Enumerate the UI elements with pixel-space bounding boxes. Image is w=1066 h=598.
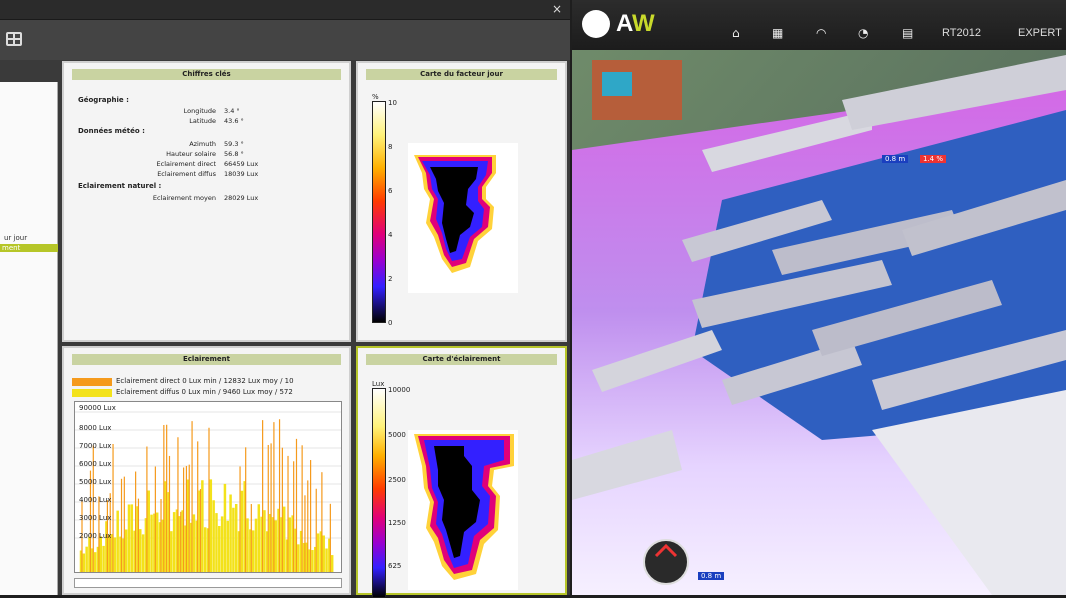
- scale-label: 10000: [388, 386, 411, 394]
- measure-bottom: 0.8 m: [698, 572, 725, 580]
- aw-logo-icon: [582, 10, 610, 38]
- illumination-map-panel: Carte d'éclairement Lux 10000 5000 2500 …: [356, 346, 567, 598]
- scale-label: 0: [388, 319, 393, 327]
- scale-label: 1250: [388, 519, 406, 527]
- latitude-value: 43.6 °: [224, 117, 244, 125]
- measure-factor: 1.4 %: [920, 155, 947, 163]
- illumination-panel: Eclairement Eclairement direct 0 Lux min…: [62, 346, 351, 595]
- scale-label: 2500: [388, 476, 406, 484]
- rt2012-menu[interactable]: RT2012: [942, 27, 981, 39]
- brand-logo: AW: [616, 10, 655, 38]
- scale-label: 10: [388, 99, 397, 107]
- geo-heading: Géographie :: [78, 96, 129, 104]
- legend-direct-swatch: [72, 378, 112, 386]
- brand-a: A: [616, 10, 633, 37]
- weather-heading: Données météo :: [78, 127, 145, 135]
- illumination-scale-bar: [372, 388, 386, 598]
- scale-label: 6: [388, 187, 393, 195]
- scale-label: 8: [388, 143, 393, 151]
- tree-item-daylight[interactable]: ur jour: [4, 234, 27, 242]
- toolbar: [0, 20, 570, 60]
- document-icon[interactable]: ▤: [902, 26, 913, 40]
- natural-heading: Eclairement naturel :: [78, 182, 162, 190]
- diffuse-value: 18039 Lux: [224, 170, 259, 178]
- close-icon[interactable]: ×: [552, 2, 562, 16]
- legend-diffuse-swatch: [72, 389, 112, 397]
- 3d-scene[interactable]: [572, 0, 1066, 595]
- y-label: 5000 Lux: [79, 478, 112, 486]
- y-label: 4000 Lux: [79, 496, 112, 504]
- daylight-map-panel: Carte du facteur jour % 10 8 6 4 2 0: [356, 61, 567, 342]
- direct-value: 66459 Lux: [224, 160, 259, 168]
- azimuth-value: 59.3 °: [224, 140, 244, 148]
- top-navigation: AW ⌂ ▦ ◠ ◔ ▤ RT2012 EXPERT: [572, 0, 1066, 50]
- measure-height: 0.8 m: [882, 155, 909, 163]
- azimuth-label: Azimuth: [189, 140, 216, 148]
- legend-diffuse: Eclairement diffus 0 Lux min / 9460 Lux …: [116, 388, 293, 396]
- panel-title: Chiffres clés: [72, 69, 341, 80]
- y-label: 6000 Lux: [79, 460, 112, 468]
- title-bar: ×: [0, 0, 570, 20]
- scale-unit: Lux: [372, 380, 385, 388]
- panel-title: Eclairement: [72, 354, 341, 365]
- scale-label: 5000: [388, 431, 406, 439]
- home-icon[interactable]: ⌂: [732, 26, 740, 40]
- longitude-label: Longitude: [183, 107, 216, 115]
- panel-title: Carte d'éclairement: [366, 354, 557, 365]
- tree-item-illumination[interactable]: ment: [0, 244, 58, 252]
- daylight-heatmap: [408, 143, 518, 293]
- key-figures-panel: Chiffres clés Géographie : Longitude 3.4…: [62, 61, 351, 342]
- sun-height-label: Hauteur solaire: [166, 150, 216, 158]
- y-label: 7000 Lux: [79, 442, 112, 450]
- illumination-plot: [75, 411, 341, 572]
- daylight-scale-bar: [372, 101, 386, 323]
- scale-label: 625: [388, 562, 402, 570]
- chart-icon[interactable]: ◔: [858, 26, 868, 40]
- diffuse-label: Eclairement diffus: [157, 170, 216, 178]
- scale-label: 2: [388, 275, 393, 283]
- avg-label: Eclairement moyen: [152, 194, 216, 202]
- latitude-label: Latitude: [189, 117, 216, 125]
- illumination-heatmap: [408, 430, 518, 590]
- 3d-view-window: 0.8 m 1.4 % 0.8 m AW ⌂ ▦ ◠ ◔ ▤ RT2012 EX…: [572, 0, 1066, 595]
- wifi-icon[interactable]: ◠: [816, 26, 826, 40]
- longitude-value: 3.4 °: [224, 107, 240, 115]
- legend-direct: Eclairement direct 0 Lux min / 12832 Lux…: [116, 377, 294, 385]
- y-label: 90000 Lux: [79, 404, 116, 412]
- avg-value: 28029 Lux: [224, 194, 259, 202]
- project-tree: ur jour ment: [0, 82, 58, 595]
- plan-icon[interactable]: ▦: [772, 26, 783, 40]
- panel-title: Carte du facteur jour: [366, 69, 557, 80]
- chart-scrollbar[interactable]: [74, 578, 342, 588]
- scale-unit: %: [372, 93, 379, 101]
- sun-height-value: 56.8 °: [224, 150, 244, 158]
- illumination-chart: 90000 Lux 8000 Lux 7000 Lux 6000 Lux 500…: [74, 401, 342, 573]
- y-label: 2000 Lux: [79, 532, 112, 540]
- grid-view-icon[interactable]: [6, 32, 22, 46]
- scale-label: 4: [388, 231, 393, 239]
- y-label: 3000 Lux: [79, 514, 112, 522]
- analysis-window: × ur jour ment Chiffres clés Géographie …: [0, 0, 570, 598]
- brand-w: W: [632, 10, 655, 37]
- y-label: 8000 Lux: [79, 424, 112, 432]
- direct-label: Eclairement direct: [156, 160, 216, 168]
- expert-menu[interactable]: EXPERT: [1018, 27, 1062, 39]
